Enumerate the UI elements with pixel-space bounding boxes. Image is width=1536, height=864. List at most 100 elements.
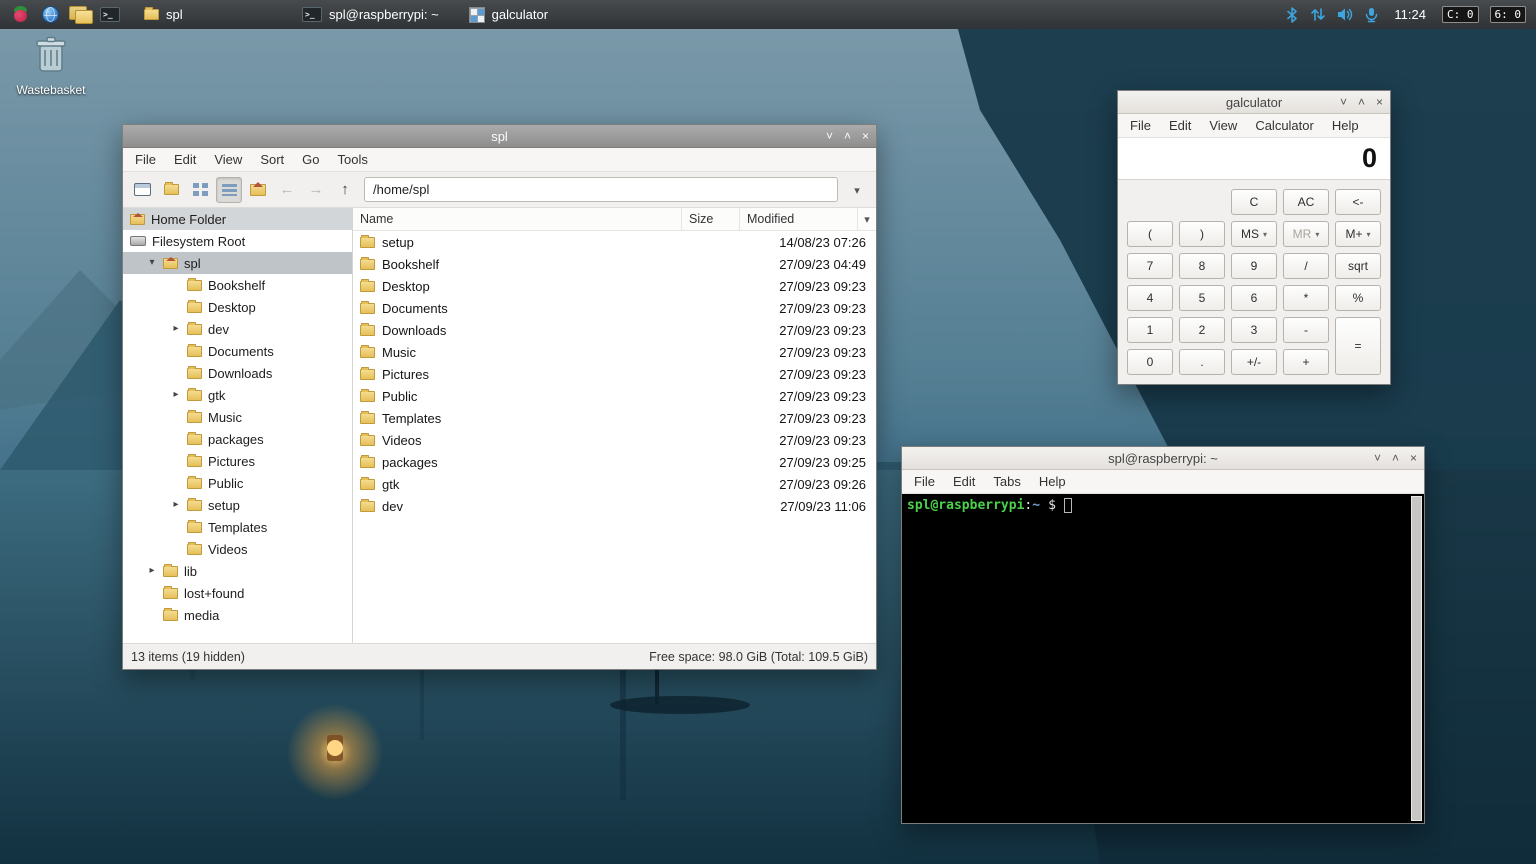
- close-button[interactable]: ×: [862, 130, 869, 142]
- calc-menu-view[interactable]: View: [1200, 115, 1246, 136]
- tree-item-music[interactable]: Music: [123, 406, 352, 428]
- tree-item-dev[interactable]: dev: [123, 318, 352, 340]
- file-row-music[interactable]: Music 27/09/23 09:23: [353, 341, 876, 363]
- tree-item-public[interactable]: Public: [123, 472, 352, 494]
- file-row-documents[interactable]: Documents 27/09/23 09:23: [353, 297, 876, 319]
- fm-menu-view[interactable]: View: [205, 149, 251, 170]
- maximize-button[interactable]: ˄: [1392, 452, 1399, 464]
- up-button[interactable]: [332, 177, 358, 203]
- list-view-button[interactable]: [216, 176, 242, 203]
- tree-item-setup[interactable]: setup: [123, 494, 352, 516]
- calc-key-9[interactable]: 9: [1231, 253, 1277, 279]
- calc-titlebar[interactable]: galculator ˅ ˄ ×: [1118, 91, 1390, 114]
- file-row-setup[interactable]: setup 14/08/23 07:26: [353, 231, 876, 253]
- calc-key-all-clear[interactable]: AC: [1283, 189, 1329, 215]
- volume-icon[interactable]: [1337, 7, 1354, 22]
- expander-closed-icon[interactable]: [171, 500, 181, 510]
- shade-button[interactable]: ˅: [826, 130, 833, 142]
- fm-menu-sort[interactable]: Sort: [251, 149, 293, 170]
- calc-key-divide[interactable]: /: [1283, 253, 1329, 279]
- tree-item-pictures[interactable]: Pictures: [123, 450, 352, 472]
- applications-menu-button[interactable]: [6, 2, 34, 27]
- tree-item-templates[interactable]: Templates: [123, 516, 352, 538]
- tree-item-gtk[interactable]: gtk: [123, 384, 352, 406]
- calc-key-dot[interactable]: .: [1179, 349, 1225, 375]
- forward-button[interactable]: [303, 177, 329, 203]
- fm-menu-file[interactable]: File: [126, 149, 165, 170]
- fm-titlebar[interactable]: spl ˅ ˄ ×: [123, 125, 876, 148]
- calc-key-3[interactable]: 3: [1231, 317, 1277, 343]
- term-menu-file[interactable]: File: [905, 471, 944, 492]
- calc-key-clear[interactable]: C: [1231, 189, 1277, 215]
- tree-item-downloads[interactable]: Downloads: [123, 362, 352, 384]
- fm-menu-tools[interactable]: Tools: [329, 149, 377, 170]
- calc-key-paren-close[interactable]: ): [1179, 221, 1225, 247]
- tree-item-lost-found[interactable]: lost+found: [123, 582, 352, 604]
- calc-key-1[interactable]: 1: [1127, 317, 1173, 343]
- clock[interactable]: 11:24: [1394, 7, 1426, 22]
- calc-key-plus[interactable]: +: [1283, 349, 1329, 375]
- terminal-launcher[interactable]: [96, 2, 124, 27]
- calc-key-multiply[interactable]: *: [1283, 285, 1329, 311]
- calc-key-4[interactable]: 4: [1127, 285, 1173, 311]
- icon-view-button[interactable]: [187, 177, 213, 203]
- calc-key-percent[interactable]: %: [1335, 285, 1381, 311]
- fm-menu-edit[interactable]: Edit: [165, 149, 205, 170]
- sidebar-item-home-folder[interactable]: Home Folder: [123, 208, 352, 230]
- path-dropdown-button[interactable]: [844, 177, 870, 203]
- file-row-public[interactable]: Public 27/09/23 09:23: [353, 385, 876, 407]
- column-name[interactable]: Name: [353, 208, 682, 230]
- calc-key-paren-open[interactable]: (: [1127, 221, 1173, 247]
- file-row-dev[interactable]: dev 27/09/23 11:06: [353, 495, 876, 517]
- tree-item-desktop[interactable]: Desktop: [123, 296, 352, 318]
- tree-item-packages[interactable]: packages: [123, 428, 352, 450]
- taskbar-window-spl[interactable]: spl: [134, 2, 282, 27]
- close-button[interactable]: ×: [1410, 452, 1417, 464]
- tree-item-videos[interactable]: Videos: [123, 538, 352, 560]
- tree-item-lib[interactable]: lib: [123, 560, 352, 582]
- fm-menu-go[interactable]: Go: [293, 149, 328, 170]
- calc-key-memory-plus[interactable]: M+: [1335, 221, 1381, 247]
- file-row-videos[interactable]: Videos 27/09/23 09:23: [353, 429, 876, 451]
- taskbar-window-galculator[interactable]: galculator: [459, 2, 607, 27]
- term-menu-edit[interactable]: Edit: [944, 471, 984, 492]
- calc-menu-calculator[interactable]: Calculator: [1246, 115, 1323, 136]
- file-row-gtk[interactable]: gtk 27/09/23 09:26: [353, 473, 876, 495]
- terminal-scrollbar[interactable]: [1411, 496, 1422, 821]
- calc-menu-file[interactable]: File: [1121, 115, 1160, 136]
- network-updown-icon[interactable]: [1310, 7, 1326, 22]
- new-folder-button[interactable]: [158, 177, 184, 203]
- tree-item-spl[interactable]: spl: [123, 252, 352, 274]
- file-row-desktop[interactable]: Desktop 27/09/23 09:23: [353, 275, 876, 297]
- calc-key-memory-recall[interactable]: MR: [1283, 221, 1329, 247]
- gpu-monitor-badge[interactable]: 6: 0: [1489, 6, 1526, 23]
- calc-key-backspace[interactable]: <-: [1335, 189, 1381, 215]
- file-row-bookshelf[interactable]: Bookshelf 27/09/23 04:49: [353, 253, 876, 275]
- calc-menu-help[interactable]: Help: [1323, 115, 1368, 136]
- sidebar-item-filesystem-root[interactable]: Filesystem Root: [123, 230, 352, 252]
- shade-button[interactable]: ˅: [1374, 452, 1381, 464]
- column-size[interactable]: Size: [682, 208, 740, 230]
- shade-button[interactable]: ˅: [1340, 96, 1347, 108]
- maximize-button[interactable]: ˄: [1358, 96, 1365, 108]
- tree-item-documents[interactable]: Documents: [123, 340, 352, 362]
- cpu-monitor-badge[interactable]: C: 0: [1442, 6, 1479, 23]
- path-input[interactable]: /home/spl: [364, 177, 838, 202]
- close-button[interactable]: ×: [1376, 96, 1383, 108]
- bluetooth-icon[interactable]: [1285, 6, 1299, 23]
- term-menu-help[interactable]: Help: [1030, 471, 1075, 492]
- calc-key-sign[interactable]: +/-: [1231, 349, 1277, 375]
- file-row-templates[interactable]: Templates 27/09/23 09:23: [353, 407, 876, 429]
- tree-item-bookshelf[interactable]: Bookshelf: [123, 274, 352, 296]
- web-browser-launcher[interactable]: [36, 2, 64, 27]
- file-row-downloads[interactable]: Downloads 27/09/23 09:23: [353, 319, 876, 341]
- expander-closed-icon[interactable]: [171, 324, 181, 334]
- calc-key-memory-store[interactable]: MS: [1231, 221, 1277, 247]
- calc-menu-edit[interactable]: Edit: [1160, 115, 1200, 136]
- column-menu-button[interactable]: [858, 208, 876, 230]
- calc-key-5[interactable]: 5: [1179, 285, 1225, 311]
- terminal-titlebar[interactable]: spl@raspberrypi: ~ ˅ ˄ ×: [902, 447, 1424, 470]
- file-manager-launcher[interactable]: [66, 2, 94, 27]
- calc-key-0[interactable]: 0: [1127, 349, 1173, 375]
- calc-key-6[interactable]: 6: [1231, 285, 1277, 311]
